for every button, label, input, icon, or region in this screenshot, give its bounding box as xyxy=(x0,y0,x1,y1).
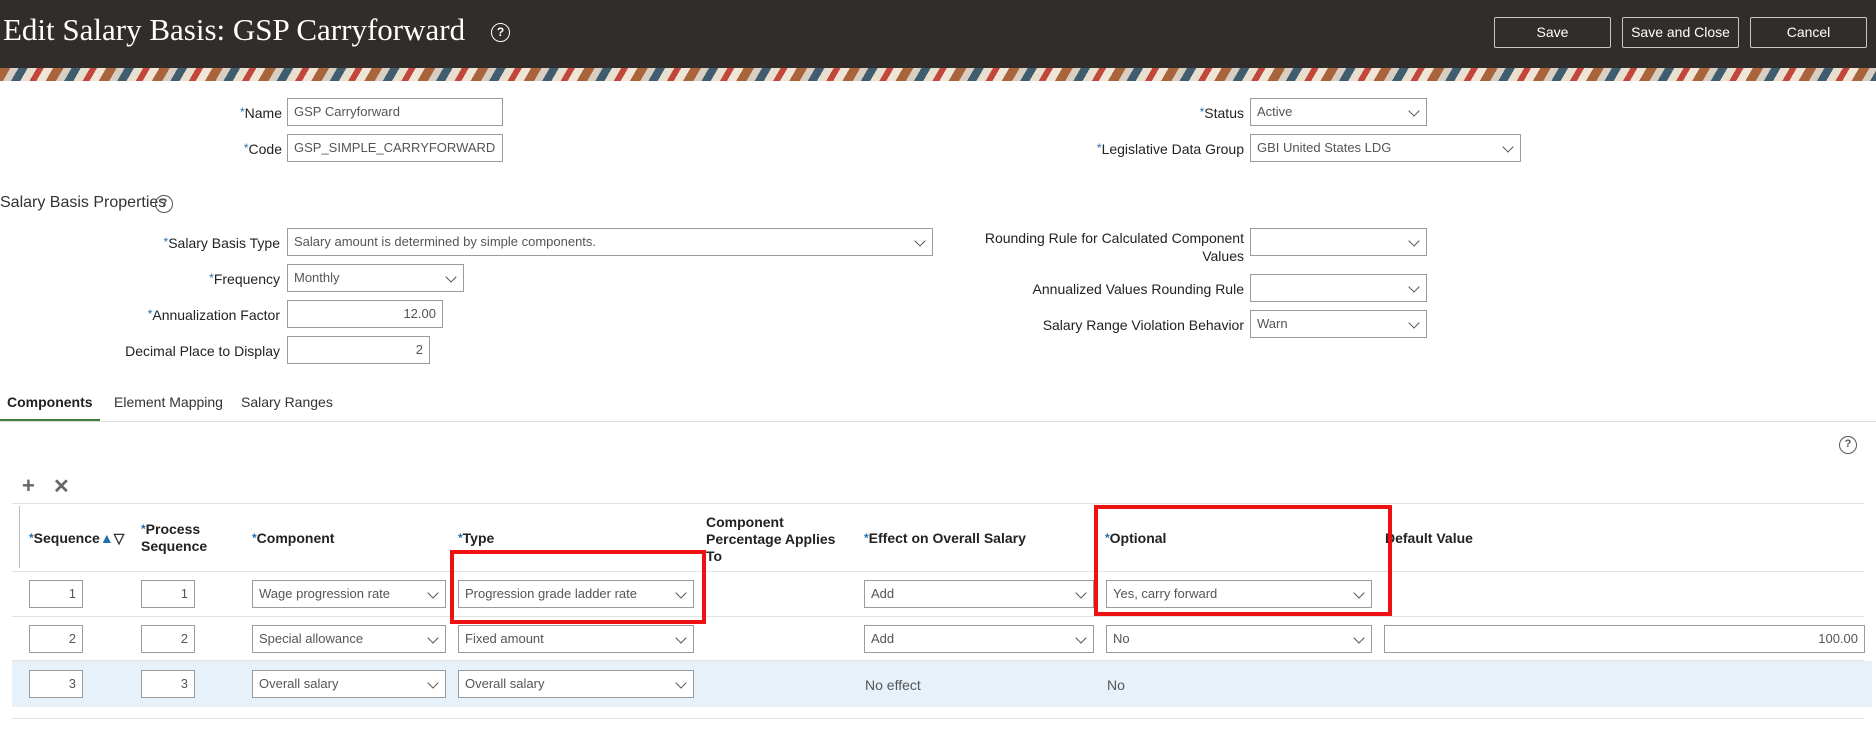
optional-value: No xyxy=(1107,677,1125,693)
salary-basis-type-label: *Salary Basis Type xyxy=(163,235,280,251)
annualization-input[interactable]: 12.00 xyxy=(287,300,443,328)
row-line xyxy=(12,616,1864,617)
highlight-optional-box xyxy=(1094,505,1392,616)
header-type[interactable]: *Type xyxy=(458,530,494,547)
component-select[interactable]: Overall salary xyxy=(252,670,446,698)
salary-basis-type-select[interactable]: Salary amount is determined by simple co… xyxy=(287,228,933,256)
rounding-label-line2: Values xyxy=(1202,248,1244,264)
page-title: Edit Salary Basis: GSP Carryforward xyxy=(3,12,466,47)
tab-salary-ranges[interactable]: Salary Ranges xyxy=(241,394,333,422)
highlight-type-box xyxy=(450,550,706,624)
header-process-sequence[interactable]: *Process Sequence xyxy=(141,521,207,555)
annualized-rounding-select[interactable] xyxy=(1250,274,1427,302)
process-sequence-input[interactable]: 1 xyxy=(141,580,195,608)
annualized-rounding-label: Annualized Values Rounding Rule xyxy=(1032,281,1244,297)
sequence-input[interactable]: 3 xyxy=(29,670,83,698)
chevron-down-icon xyxy=(427,677,439,689)
header-component[interactable]: *Component xyxy=(252,530,334,547)
violation-label: Salary Range Violation Behavior xyxy=(1042,317,1244,333)
header-component-percentage[interactable]: Component Percentage Applies To xyxy=(706,514,835,565)
effect-value: No effect xyxy=(865,677,921,693)
rounding-select[interactable] xyxy=(1250,228,1427,256)
question-icon[interactable]: ? xyxy=(1839,436,1857,454)
chevron-down-icon xyxy=(445,271,457,283)
status-select[interactable]: Active xyxy=(1250,98,1427,126)
chevron-down-icon xyxy=(1502,141,1514,153)
optional-select[interactable]: No xyxy=(1106,625,1372,653)
tab-components[interactable]: Components xyxy=(0,394,100,422)
code-label: *Code xyxy=(243,141,282,157)
column-separator xyxy=(19,506,20,568)
process-sequence-input[interactable]: 3 xyxy=(141,670,195,698)
effect-select[interactable]: Add xyxy=(864,625,1094,653)
decorative-banner xyxy=(0,68,1876,81)
annualization-label: *Annualization Factor xyxy=(147,307,280,323)
sequence-input[interactable]: 2 xyxy=(29,625,83,653)
header-sequence[interactable]: *Sequence▲▽ xyxy=(29,530,124,547)
rounding-label-line1: Rounding Rule for Calculated Component xyxy=(984,230,1244,246)
sort-descending-icon[interactable]: ▽ xyxy=(114,530,125,546)
plus-icon[interactable]: + xyxy=(22,473,35,499)
tab-element-mapping[interactable]: Element Mapping xyxy=(114,394,223,422)
chevron-down-icon xyxy=(1075,587,1087,599)
code-input[interactable]: GSP_SIMPLE_CARRYFORWARD xyxy=(287,134,503,162)
status-label: *Status xyxy=(1199,105,1244,121)
save-button[interactable]: Save xyxy=(1494,17,1611,48)
chevron-down-icon xyxy=(1408,317,1420,329)
name-input[interactable]: GSP Carryforward xyxy=(287,98,503,126)
component-select[interactable]: Special allowance xyxy=(252,625,446,653)
chevron-down-icon xyxy=(427,587,439,599)
save-and-close-button[interactable]: Save and Close xyxy=(1622,17,1739,48)
chevron-down-icon xyxy=(914,235,926,247)
chevron-down-icon xyxy=(1408,105,1420,117)
frequency-select[interactable]: Monthly xyxy=(287,264,464,292)
header-default-value[interactable]: Default Value xyxy=(1385,530,1473,547)
decimal-input[interactable]: 2 xyxy=(287,336,430,364)
name-label: *Name xyxy=(239,105,282,121)
chevron-down-icon xyxy=(1408,281,1420,293)
default-value-input[interactable]: 100.00 xyxy=(1384,625,1865,653)
header-effect[interactable]: *Effect on Overall Salary xyxy=(864,530,1026,547)
frequency-label: *Frequency xyxy=(209,271,280,287)
ldg-label: *Legislative Data Group xyxy=(1096,141,1244,157)
chevron-down-icon xyxy=(427,632,439,644)
decimal-label: Decimal Place to Display xyxy=(125,343,280,359)
chevron-down-icon xyxy=(1353,632,1365,644)
chevron-down-icon xyxy=(1075,632,1087,644)
question-icon[interactable]: ? xyxy=(155,195,173,213)
table-top-line xyxy=(12,503,1864,504)
help-icon[interactable]: ? xyxy=(491,23,510,42)
tab-divider xyxy=(0,421,1876,422)
component-select[interactable]: Wage progression rate xyxy=(252,580,446,608)
chevron-down-icon xyxy=(675,677,687,689)
x-icon[interactable]: ✕ xyxy=(53,474,70,499)
process-sequence-input[interactable]: 2 xyxy=(141,625,195,653)
table-bottom-line xyxy=(12,718,1864,719)
chevron-down-icon xyxy=(675,632,687,644)
violation-select[interactable]: Warn xyxy=(1250,310,1427,338)
cancel-button[interactable]: Cancel xyxy=(1750,17,1867,48)
sequence-input[interactable]: 1 xyxy=(29,580,83,608)
ldg-select[interactable]: GBI United States LDG xyxy=(1250,134,1521,162)
header-bottom-line xyxy=(12,571,1864,572)
type-select[interactable]: Overall salary xyxy=(458,670,694,698)
sort-ascending-icon[interactable]: ▲ xyxy=(100,530,114,546)
effect-select[interactable]: Add xyxy=(864,580,1094,608)
section-title: Salary Basis Properties xyxy=(0,194,167,211)
chevron-down-icon xyxy=(1408,235,1420,247)
type-select[interactable]: Fixed amount xyxy=(458,625,694,653)
